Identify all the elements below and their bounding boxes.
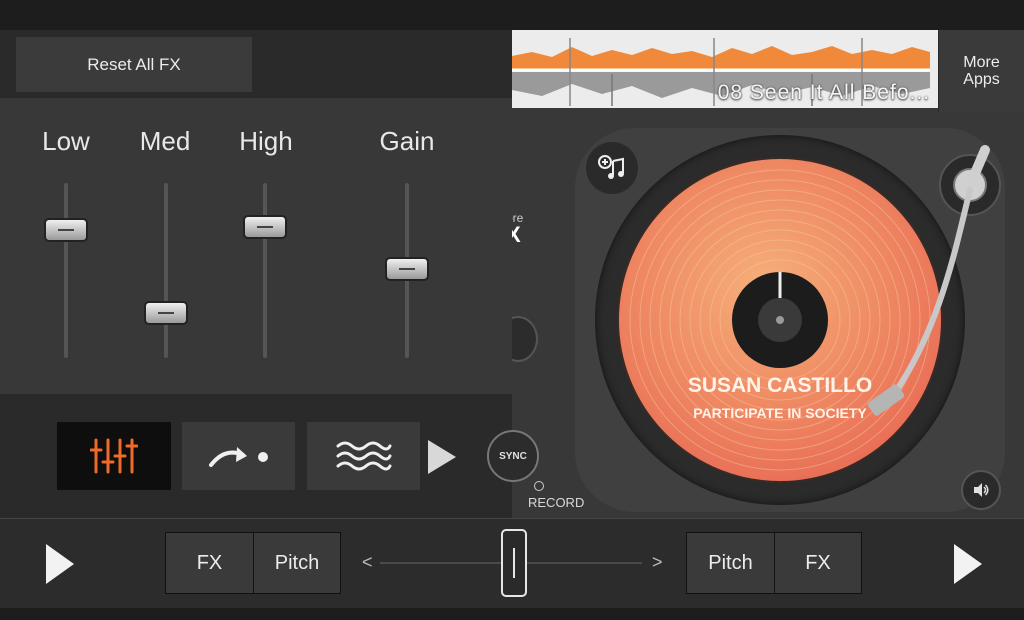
sync-label: SYNC xyxy=(499,450,527,462)
more-apps-label-line1: More xyxy=(963,54,1000,71)
next-mode-arrow-icon[interactable] xyxy=(428,440,456,474)
tonearm[interactable] xyxy=(860,130,1010,430)
music-add-button[interactable] xyxy=(586,142,638,194)
top-status-bar xyxy=(0,0,1024,30)
filter-mode-button[interactable] xyxy=(307,422,420,490)
music-note-add-icon xyxy=(598,155,624,179)
eq-med-slider[interactable] xyxy=(144,300,188,325)
record-album: PARTICIPATE IN SOCIETY xyxy=(693,405,867,421)
left-pitch-button[interactable]: Pitch xyxy=(253,533,340,593)
loop-mode-button[interactable] xyxy=(182,422,295,490)
record-artist: SUSAN CASTILLO xyxy=(688,374,872,397)
left-deck-controls: FX Pitch xyxy=(165,532,341,594)
record-indicator-icon xyxy=(534,481,544,491)
volume-button[interactable] xyxy=(961,470,1001,510)
eq-med-label: Med xyxy=(139,126,191,156)
left-fx-button[interactable]: FX xyxy=(166,533,253,593)
waves-icon xyxy=(336,441,391,471)
sync-button[interactable]: SYNC xyxy=(487,430,539,482)
eq-high-label: High xyxy=(239,126,293,156)
crossfader-left-arrow[interactable]: < xyxy=(362,552,373,573)
waveform-display[interactable]: 08 Seen It All Befo... xyxy=(512,30,938,108)
eq-low-label: Low xyxy=(42,126,90,156)
right-play-button[interactable] xyxy=(954,544,982,584)
eq-high-slider[interactable] xyxy=(243,214,287,239)
eq-gain-label: Gain xyxy=(379,126,435,156)
bottom-edge xyxy=(0,608,1024,620)
eq-low-track xyxy=(64,183,68,358)
crossfader-handle[interactable] xyxy=(501,529,527,597)
crossfader-right-arrow[interactable]: > xyxy=(652,552,663,573)
eq-low-slider[interactable] xyxy=(44,218,88,243)
eq-gain-slider[interactable] xyxy=(385,256,429,281)
track-title: 08 Seen It All Befo... xyxy=(717,81,930,104)
more-apps-label-line2: Apps xyxy=(963,71,1000,88)
eq-sliders-icon xyxy=(90,438,138,474)
right-deck-controls: Pitch FX xyxy=(686,532,862,594)
right-fx-button[interactable]: FX xyxy=(774,533,861,593)
more-apps-button[interactable]: More Apps xyxy=(938,30,1024,112)
right-pitch-button[interactable]: Pitch xyxy=(687,533,774,593)
reset-all-fx-button[interactable]: Reset All FX xyxy=(16,37,252,92)
speaker-icon xyxy=(974,483,989,497)
curved-arrow-dot-icon xyxy=(208,447,268,467)
left-play-button[interactable] xyxy=(46,544,74,584)
eq-med-track xyxy=(164,183,168,358)
record-button[interactable]: RECORD xyxy=(528,495,584,510)
eq-high-track xyxy=(263,183,267,358)
eq-mode-button[interactable] xyxy=(57,422,171,490)
